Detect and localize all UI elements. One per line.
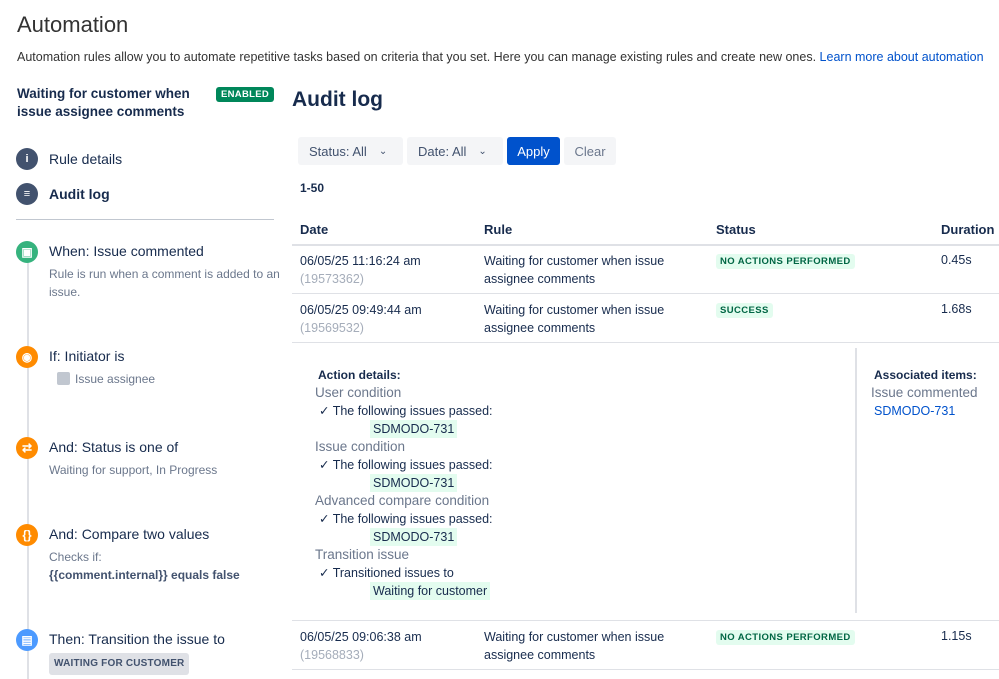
info-icon: i [16,148,38,170]
result-range: 1-50 [300,181,325,195]
step-title: And: Status is one of [49,439,179,455]
detail-block: Advanced compare condition ✓ The followi… [315,493,493,546]
row-rule: Waiting for customer when issue assignee… [484,254,665,286]
row-date: 06/05/25 09:06:38 am (19568833) [300,630,422,662]
row-divider [292,293,999,294]
table-header-divider [292,244,999,246]
step-description: Issue assignee [49,370,281,388]
rule-name: Waiting for customer when issue assignee… [17,86,190,119]
date-filter-dropdown[interactable]: Date: All ⌄ [407,137,503,165]
step-description: Checks if: {{comment.internal}} equals f… [49,550,240,582]
braces-icon: {} [16,524,38,546]
step-title: When: Issue commented [49,243,204,259]
issue-key-chip: SDMODO-731 [370,528,458,546]
step-title: Then: Transition the issue to [49,631,225,647]
chevron-down-icon: ⌄ [478,145,487,157]
row-duration: 1.15s [941,629,972,643]
page-title: Automation [17,12,129,37]
issue-key-chip: SDMODO-731 [370,420,458,438]
action-details-panel: Action details: User condition ✓ The fol… [315,368,835,600]
status-filter-dropdown[interactable]: Status: All ⌄ [298,137,403,165]
description-text: Automation rules allow you to automate r… [17,50,817,64]
detail-block: User condition ✓ The following issues pa… [315,385,493,438]
step-description: WAITING FOR CUSTOMER [49,653,281,675]
associated-items-panel: Associated items: Issue commented SDMODO… [871,368,978,420]
nav-rule-details-label: Rule details [49,151,123,167]
audit-log-title: Audit log [292,88,383,111]
row-divider [292,669,999,670]
comment-icon: ▣ [16,241,38,263]
row-duration: 1.68s [941,302,972,316]
timeline-line [27,252,29,679]
step-title: And: Compare two values [49,526,210,542]
row-date: 06/05/25 09:49:44 am (19569532) [300,303,422,335]
step-title: If: Initiator is [49,348,125,364]
row-divider [292,342,999,343]
associated-item-label: Issue commented [871,385,978,400]
list-icon: ≡ [16,183,38,205]
action-details-header: Action details: [318,368,401,382]
column-header-rule: Rule [484,222,513,237]
status-lozenge: WAITING FOR CUSTOMER [49,653,190,675]
details-divider [855,348,857,613]
issue-key-chip: SDMODO-731 [370,474,458,492]
learn-more-link[interactable]: Learn more about automation [820,50,984,64]
step-description: Rule is run when a comment is added to a… [49,267,280,299]
column-header-duration: Duration [941,222,995,237]
shuffle-icon: ⇄ [16,437,38,459]
clear-button[interactable]: Clear [564,137,616,165]
column-header-date: Date [300,222,329,237]
associated-items-header: Associated items: [874,368,977,382]
status-chip: Waiting for customer [370,582,491,600]
status-badge: SUCCESS [716,303,773,318]
apply-button[interactable]: Apply [507,137,560,165]
status-badge: NO ACTIONS PERFORMED [716,630,855,645]
nav-rule-details[interactable]: i Rule details [16,148,122,170]
detail-block: Issue condition ✓ The following issues p… [315,439,493,492]
sidebar-divider [16,219,274,220]
row-date: 06/05/25 11:16:24 am (19573362) [300,254,421,286]
transition-icon: ▤ [16,629,38,651]
enabled-badge: ENABLED [216,87,275,102]
row-duration: 0.45s [941,253,972,267]
user-icon: ◉ [16,346,38,368]
row-rule: Waiting for customer when issue assignee… [484,630,665,662]
row-divider [292,620,999,621]
nav-audit-log[interactable]: ≡ Audit log [16,183,110,205]
associated-issue-link[interactable]: SDMODO-731 [874,402,978,420]
nav-audit-log-label: Audit log [49,186,110,202]
status-badge: NO ACTIONS PERFORMED [716,254,855,269]
step-description: Waiting for support, In Progress [49,463,218,477]
chevron-down-icon: ⌄ [378,145,388,157]
page-description: Automation rules allow you to automate r… [17,50,984,64]
assignee-avatar-icon [57,372,70,385]
detail-block: Transition issue ✓ Transitioned issues t… [315,546,835,600]
row-rule: Waiting for customer when issue assignee… [484,303,665,335]
column-header-status: Status [716,222,756,237]
